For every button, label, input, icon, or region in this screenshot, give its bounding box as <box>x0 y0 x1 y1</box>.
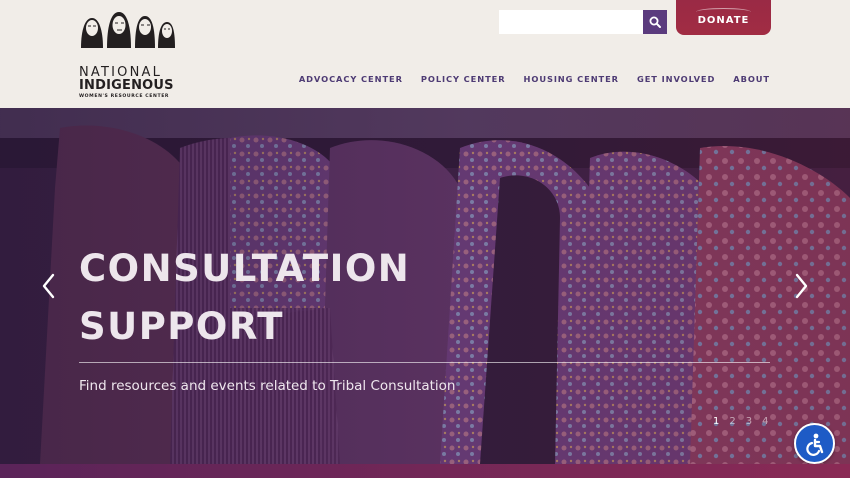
search-input[interactable] <box>499 10 643 34</box>
accessibility-button[interactable] <box>794 423 835 464</box>
search-button[interactable] <box>643 10 667 34</box>
hero-title: CONSULTATION SUPPORT <box>79 240 410 356</box>
carousel-dot-1[interactable]: 1 <box>713 416 719 427</box>
carousel-pagination: 1 2 3 4 <box>713 416 769 427</box>
logo-text-indigenous: INDIGENOUS <box>79 78 174 93</box>
donate-arc-decoration <box>696 8 751 16</box>
hero-title-line2: SUPPORT <box>79 305 284 348</box>
carousel-dot-4[interactable]: 4 <box>762 416 768 427</box>
chevron-left-icon <box>42 273 55 299</box>
site-header: NATIONAL INDIGENOUS WOMEN'S RESOURCE CEN… <box>0 0 850 108</box>
carousel-dot-3[interactable]: 3 <box>746 416 752 427</box>
site-logo[interactable]: NATIONAL INDIGENOUS WOMEN'S RESOURCE CEN… <box>79 10 179 99</box>
footer-band <box>0 464 850 478</box>
main-nav: ADVOCACY CENTER POLICY CENTER HOUSING CE… <box>299 74 770 84</box>
carousel-next-button[interactable] <box>790 272 812 300</box>
donate-button[interactable]: DONATE <box>676 0 771 35</box>
hero-subtitle: Find resources and events related to Tri… <box>79 378 456 394</box>
search-icon <box>649 16 661 28</box>
donate-label: DONATE <box>697 15 750 26</box>
hero-divider <box>79 362 770 363</box>
logo-faces-graphic <box>79 10 179 50</box>
nav-item-about[interactable]: ABOUT <box>733 74 770 84</box>
logo-text-subtitle: WOMEN'S RESOURCE CENTER <box>79 94 170 99</box>
carousel-dot-2[interactable]: 2 <box>729 416 735 427</box>
carousel-prev-button[interactable] <box>38 272 60 300</box>
nav-item-housing-center[interactable]: HOUSING CENTER <box>524 74 619 84</box>
nav-item-advocacy-center[interactable]: ADVOCACY CENTER <box>299 74 403 84</box>
accessibility-icon <box>805 433 823 456</box>
hero-title-line1: CONSULTATION <box>79 247 411 290</box>
nav-item-policy-center[interactable]: POLICY CENTER <box>421 74 506 84</box>
nav-item-get-involved[interactable]: GET INVOLVED <box>637 74 715 84</box>
chevron-right-icon <box>795 273 808 299</box>
